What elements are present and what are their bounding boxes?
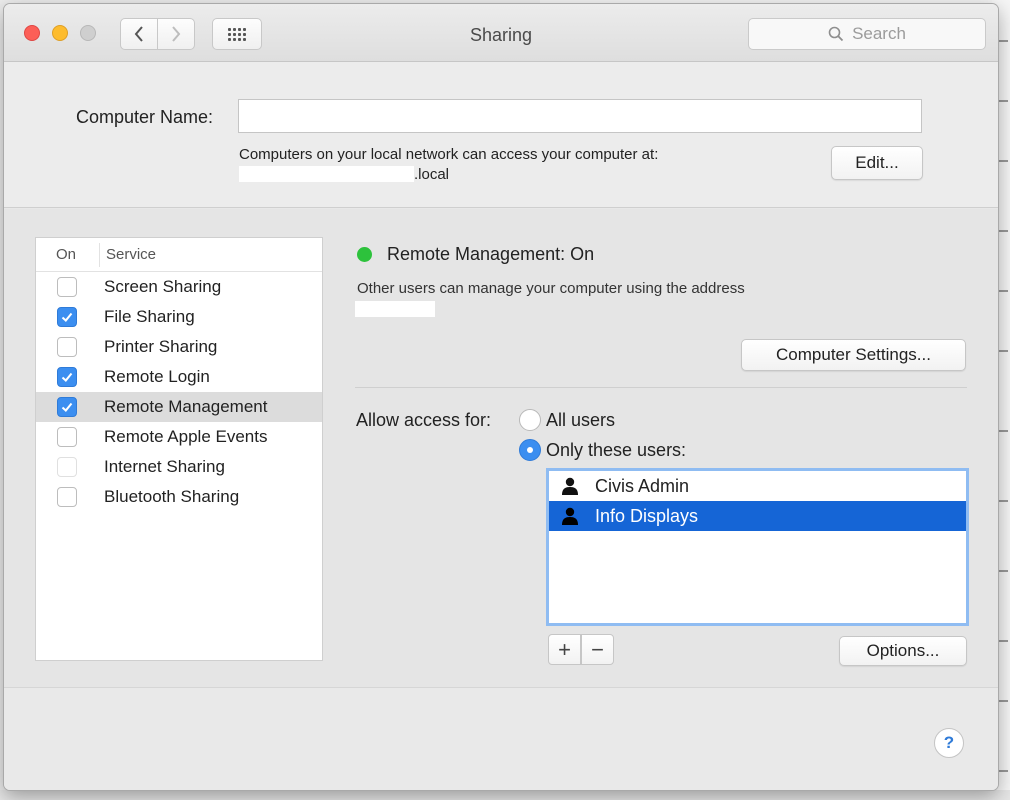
local-hostname: .local [239, 166, 449, 183]
redacted-address [355, 301, 435, 317]
service-label: Bluetooth Sharing [104, 487, 240, 506]
add-user-button[interactable]: + [548, 634, 581, 665]
service-row[interactable]: Internet Sharing [36, 452, 322, 482]
users-list[interactable]: Civis Admin Info Displays [546, 468, 969, 626]
redacted-hostname [239, 166, 414, 182]
only-these-users-label[interactable]: Only these users: [546, 440, 686, 461]
sharing-window: Sharing Search Computer Name: Computers … [4, 4, 998, 790]
checkmark-icon [61, 402, 73, 412]
service-status: Remote Management: On [387, 244, 595, 264]
search-field[interactable]: Search [748, 18, 986, 50]
background-window-bottom [0, 790, 1010, 800]
checkmark-icon [61, 372, 73, 382]
all-users-label[interactable]: All users [546, 410, 615, 431]
service-row[interactable]: Screen Sharing [36, 272, 322, 302]
service-checkbox[interactable] [57, 427, 77, 447]
service-checkbox[interactable] [57, 457, 77, 477]
service-label: Remote Management [104, 397, 268, 416]
service-row[interactable]: Remote Login [36, 362, 322, 392]
remove-user-button[interactable]: − [581, 634, 614, 665]
computer-name-input[interactable] [238, 99, 922, 133]
column-header-service[interactable]: Service [100, 246, 156, 263]
service-checkbox[interactable] [57, 277, 77, 297]
service-row[interactable]: Bluetooth Sharing [36, 482, 322, 512]
computer-settings-button[interactable]: Computer Settings... [741, 339, 966, 371]
service-checkbox[interactable] [57, 487, 77, 507]
service-row[interactable]: Printer Sharing [36, 332, 322, 362]
service-label: Screen Sharing [104, 277, 222, 296]
computer-name-label: Computer Name: [76, 107, 214, 127]
service-list: On Service Screen Sharing File Sharing Pri… [35, 237, 323, 661]
user-name: Civis Admin [595, 475, 690, 496]
title-bar: Sharing Search [4, 4, 998, 62]
service-label: Printer Sharing [104, 337, 218, 356]
services-section: On Service Screen Sharing File Sharing Pri… [4, 209, 998, 687]
service-description: Other users can manage your computer usi… [357, 280, 745, 297]
local-hostname-suffix: .local [414, 166, 450, 183]
service-list-header: On Service [36, 238, 322, 272]
service-row[interactable]: Remote Management [36, 392, 322, 422]
user-icon [559, 505, 581, 527]
user-row[interactable]: Civis Admin [549, 471, 966, 501]
search-placeholder: Search [852, 24, 906, 43]
service-checkbox[interactable] [57, 337, 77, 357]
service-label: Remote Login [104, 367, 210, 386]
local-network-description: Computers on your local network can acce… [239, 146, 659, 163]
service-checkbox[interactable] [57, 367, 77, 387]
checkmark-icon [61, 312, 73, 322]
only-these-users-radio[interactable] [519, 439, 541, 461]
divider [355, 387, 967, 388]
user-row[interactable]: Info Displays [549, 501, 966, 531]
service-row[interactable]: Remote Apple Events [36, 422, 322, 452]
computer-name-section: Computer Name: Computers on your local n… [4, 62, 998, 208]
allow-access-label: Allow access for: [356, 410, 492, 430]
column-header-on[interactable]: On [36, 242, 100, 267]
service-row[interactable]: File Sharing [36, 302, 322, 332]
user-icon [559, 475, 581, 497]
status-indicator-icon [357, 247, 372, 262]
service-label: Remote Apple Events [104, 427, 268, 446]
service-label: File Sharing [104, 307, 195, 326]
options-button[interactable]: Options... [839, 636, 967, 666]
search-icon [828, 26, 844, 42]
service-label: Internet Sharing [104, 457, 225, 476]
user-name: Info Displays [595, 505, 699, 526]
service-checkbox[interactable] [57, 397, 77, 417]
footer: ? [4, 687, 998, 790]
edit-button[interactable]: Edit... [831, 146, 923, 180]
all-users-radio[interactable] [519, 409, 541, 431]
help-button[interactable]: ? [934, 728, 964, 758]
service-checkbox[interactable] [57, 307, 77, 327]
